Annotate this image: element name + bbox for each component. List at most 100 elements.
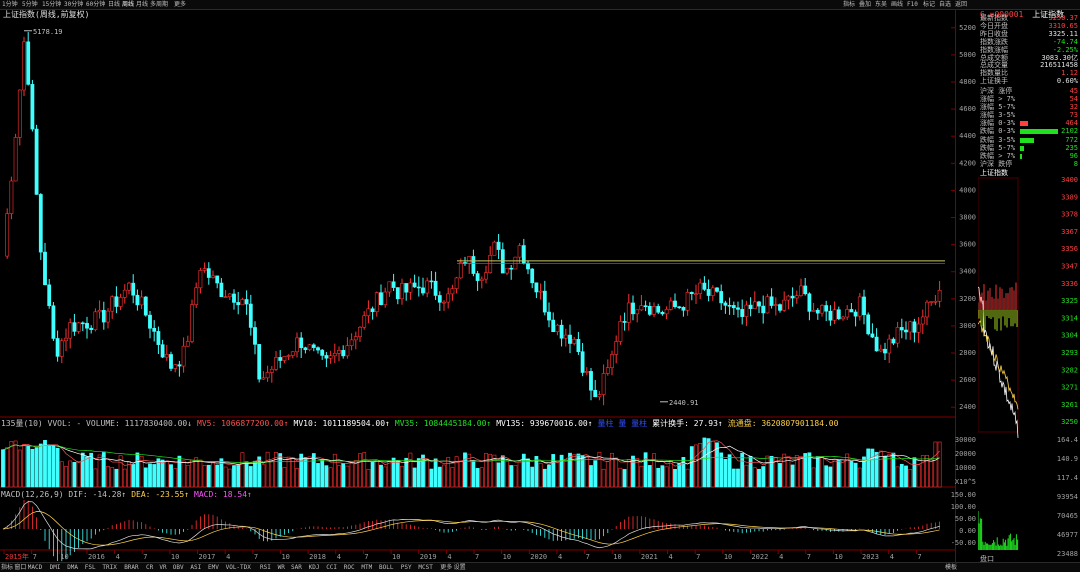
candle [379, 292, 383, 306]
toolbar-item-3[interactable]: 画线 [891, 0, 903, 9]
candle [345, 345, 350, 357]
mini-tick-7: 3325 [1061, 297, 1078, 305]
candle [408, 282, 413, 293]
volume-bar [857, 467, 862, 488]
candle [614, 341, 619, 355]
candle [173, 364, 178, 369]
candle [110, 296, 115, 312]
volume-bar [496, 462, 501, 488]
volume-bars [1, 437, 942, 488]
candle [601, 373, 606, 395]
period-tab-7[interactable]: 月线 [136, 0, 148, 9]
candle [26, 41, 31, 85]
volume-bar [240, 452, 245, 488]
candle [479, 278, 484, 281]
kline-chart[interactable]: 5200 5000 4800 4600 4400 4200 4000 3800 3600 3400… [0, 9, 978, 562]
volume-bar [664, 466, 669, 488]
volume-bar [64, 466, 68, 488]
volume-bar [559, 454, 564, 488]
candle [421, 287, 425, 294]
volume-bar [106, 466, 110, 488]
period-tab-4[interactable]: 60分钟 [86, 0, 105, 9]
toolbar-item-0[interactable]: 指标 [843, 0, 855, 9]
volume-bar [89, 452, 94, 488]
candle [13, 137, 18, 182]
toolbar-item-4[interactable]: F10 [907, 0, 918, 9]
period-tab-5[interactable]: 日线 [108, 0, 120, 9]
candle [358, 326, 362, 337]
candle [874, 336, 879, 352]
mini-tick-0: 3400 [1061, 176, 1078, 184]
volume-bar [824, 465, 829, 488]
x-tick-label-21: 7 [586, 553, 590, 561]
breadth-row-4: 跌幅 0-3% 2102 [980, 128, 1078, 135]
volume-bar [685, 468, 690, 488]
volume-bar [236, 464, 241, 488]
volume-bar [757, 468, 761, 488]
candle [416, 286, 421, 289]
candle [761, 305, 766, 314]
candle [362, 315, 367, 328]
volume-bar [853, 462, 858, 488]
toolbar-item-1[interactable]: 叠加 [859, 0, 871, 9]
volume-bar [551, 454, 556, 488]
period-tab-3[interactable]: 30分钟 [64, 0, 83, 9]
volume-bar [374, 459, 379, 488]
candle [752, 301, 757, 309]
candle [475, 273, 480, 281]
intraday-chart[interactable]: 3400 3389 3378 3367 3356 3347 3336 3325 3314 3304… [978, 170, 1080, 562]
volume-bar [362, 452, 367, 488]
legend-item-5: 量柱 量 量柱 [597, 419, 648, 428]
mini-tick-8: 3314 [1061, 314, 1078, 322]
volume-bar [169, 464, 173, 488]
candle [148, 314, 152, 329]
volume-bar [1, 449, 5, 488]
volume-bar [656, 467, 661, 488]
period-tab-0[interactable]: 1分钟 [2, 0, 18, 9]
candle [467, 256, 472, 264]
x-tick-label-11: 2018 [309, 553, 326, 561]
period-tab-8[interactable]: 多周期 [150, 0, 168, 9]
period-tab-1[interactable]: 5分钟 [22, 0, 38, 9]
volume-bar [828, 466, 833, 488]
volume-bar [647, 465, 652, 488]
volume-bar [484, 453, 488, 488]
candle [290, 351, 295, 356]
candle [828, 310, 833, 321]
breadth-row-4-bar [1020, 129, 1058, 135]
mini-vol-tick-5: 46977 [1057, 531, 1078, 539]
mini-tick-11: 3282 [1061, 366, 1078, 374]
candle [492, 241, 497, 256]
breadth-row-4-value: 2102 [1061, 127, 1078, 136]
volume-bar [778, 463, 782, 488]
candle [190, 304, 194, 342]
toolbar-item-6[interactable]: 自选 [939, 0, 951, 9]
volume-bar [849, 461, 854, 488]
legend-item-0: MACD(12,26,9) DIF: -14.28↑ [1, 490, 127, 499]
vol-tick-3: X10^5 [955, 478, 976, 486]
breadth-row-7-value: 96 [1069, 151, 1078, 160]
candle [870, 333, 875, 338]
candle [387, 281, 392, 293]
candle [794, 295, 799, 299]
volume-bar [442, 464, 446, 488]
y-tick-label-8: 3600 [959, 241, 976, 249]
volume-bar [185, 464, 190, 488]
toolbar-item-7[interactable]: 返回 [955, 0, 967, 9]
candle [370, 308, 375, 313]
period-tab-9[interactable]: 更多 [174, 0, 186, 9]
candle [429, 280, 434, 283]
volume-bar [446, 457, 451, 488]
mini-avg-line [978, 320, 1019, 410]
toolbar-item-2[interactable]: 东吴 [875, 0, 887, 9]
breadth-row-7-label: 跌幅 > 7% [980, 151, 1016, 160]
candle [937, 289, 942, 302]
period-tab-6[interactable]: 周线 [122, 0, 134, 9]
mini-tick-5: 3347 [1061, 263, 1078, 271]
period-tab-2[interactable]: 15分钟 [42, 0, 61, 9]
macd-tick-2: 50.00 [955, 515, 976, 523]
candle [685, 292, 690, 311]
volume-bar [232, 465, 236, 488]
volume-bar [899, 464, 904, 488]
toolbar-item-5[interactable]: 标记 [923, 0, 935, 9]
